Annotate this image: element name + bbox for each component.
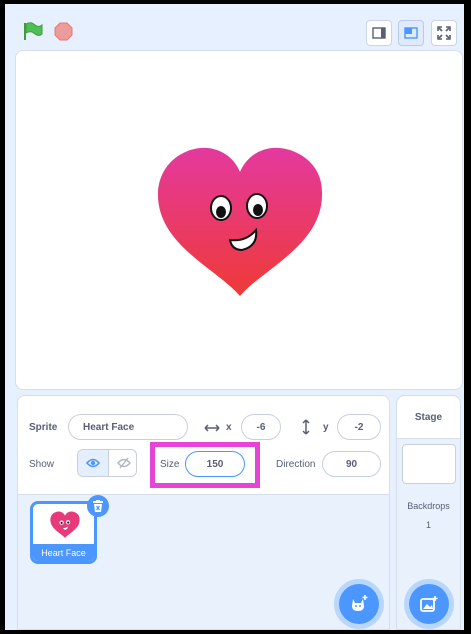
normal-stage-button[interactable] bbox=[398, 20, 424, 46]
choose-backdrop-button[interactable] bbox=[409, 584, 449, 624]
trash-icon bbox=[93, 500, 103, 512]
scratch-editor: Sprite Heart Face x -6 y -2 Show Size 15… bbox=[5, 4, 464, 630]
show-toggle bbox=[77, 449, 137, 477]
sprite-name-input[interactable]: Heart Face bbox=[68, 414, 188, 440]
eye-icon bbox=[86, 458, 100, 468]
y-label: y bbox=[323, 422, 329, 433]
backdrops-count: 1 bbox=[425, 520, 431, 530]
heart-face-sprite[interactable] bbox=[156, 146, 324, 301]
y-input[interactable]: -2 bbox=[337, 414, 381, 440]
green-flag-icon[interactable] bbox=[23, 22, 43, 40]
sprite-tile-label: Heart Face bbox=[33, 544, 94, 561]
eye-hidden-icon bbox=[117, 457, 131, 469]
sprite-panel: Sprite Heart Face x -6 y -2 Show Size 15… bbox=[17, 395, 390, 630]
stage-thumbnail[interactable] bbox=[402, 444, 456, 484]
stage-panel-title: Stage bbox=[397, 396, 460, 439]
x-input[interactable]: -6 bbox=[241, 414, 281, 440]
small-stage-button[interactable] bbox=[366, 20, 392, 46]
direction-label: Direction bbox=[276, 459, 316, 470]
x-arrows-icon bbox=[204, 424, 220, 432]
show-visible-button[interactable] bbox=[78, 450, 108, 476]
show-label: Show bbox=[29, 459, 55, 470]
y-arrows-icon bbox=[302, 419, 310, 435]
show-hidden-button[interactable] bbox=[108, 450, 136, 476]
backdrops-label: Backdrops bbox=[407, 501, 450, 511]
small-stage-icon bbox=[372, 27, 386, 39]
heart-face-thumbnail bbox=[50, 511, 80, 538]
fullscreen-button[interactable] bbox=[431, 20, 457, 46]
stage-panel[interactable]: Stage Backdrops 1 bbox=[396, 395, 461, 630]
direction-input[interactable]: 90 bbox=[322, 451, 381, 477]
size-highlight-box bbox=[150, 442, 260, 488]
cat-add-icon bbox=[352, 595, 368, 611]
fullscreen-icon bbox=[437, 26, 451, 40]
backdrop-add-icon bbox=[420, 596, 438, 612]
stage-toolbar bbox=[5, 4, 464, 50]
normal-stage-icon bbox=[404, 27, 418, 39]
stop-icon[interactable] bbox=[54, 22, 73, 41]
x-label: x bbox=[226, 422, 232, 433]
sprite-label: Sprite bbox=[29, 422, 58, 433]
choose-sprite-button[interactable] bbox=[339, 584, 379, 624]
sprite-info: Sprite Heart Face x -6 y -2 Show Size 15… bbox=[18, 396, 389, 495]
delete-sprite-button[interactable] bbox=[87, 495, 109, 517]
stage-canvas[interactable] bbox=[15, 50, 463, 390]
